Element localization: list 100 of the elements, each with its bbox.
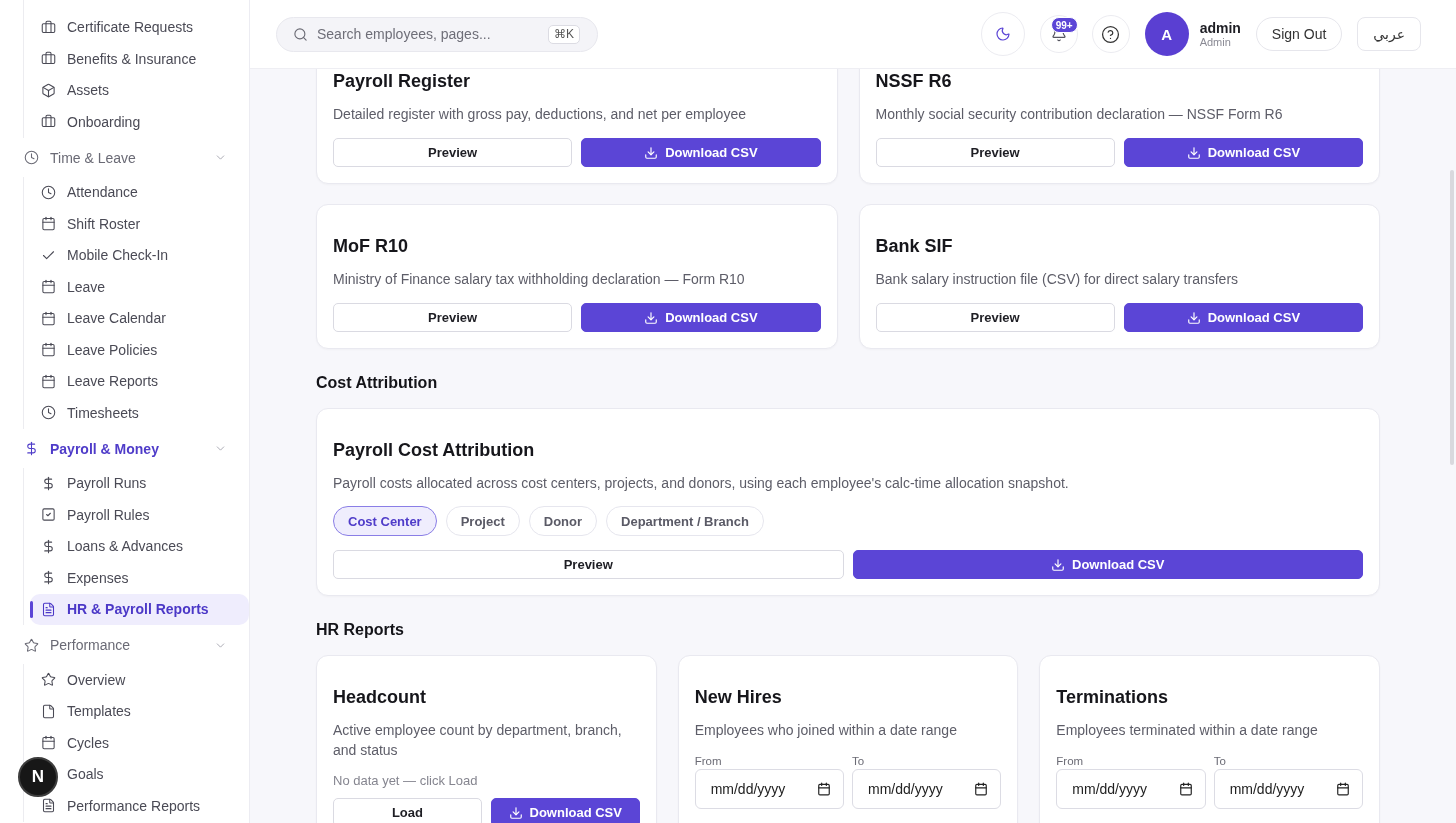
action-button[interactable]: Preview [333,138,573,167]
download-button[interactable]: Download CSV [852,550,1363,579]
status-note: No data yet — click Load [333,772,478,790]
clock-icon [24,150,39,165]
nav-item[interactable]: Timesheets [41,404,139,421]
date-field[interactable]: mm/dd/yyyy [1056,769,1206,809]
nav-item[interactable]: Benefits & Insurance [41,50,197,67]
nav-item[interactable]: Certificate Requests [41,19,194,36]
action-button[interactable]: Preview [875,138,1115,167]
user-avatar[interactable]: A [1144,12,1189,56]
search-field[interactable]: Search employees, pages... ⌘K [276,16,598,52]
action-button[interactable]: Load [333,798,482,823]
download-icon [1051,557,1065,572]
dollar-icon [41,475,56,491]
help-button[interactable] [1091,15,1130,53]
nav-item[interactable]: Leave Policies [41,341,158,358]
nav-item[interactable]: Leave Calendar [41,310,166,327]
document-icon [41,601,56,617]
file-icon [41,703,56,719]
sign-out-button[interactable]: Sign Out [1255,17,1343,51]
nav-item[interactable]: HR & Payroll Reports [30,593,249,625]
nav-item[interactable]: Payroll Rules [41,506,150,523]
nav-item[interactable]: Attendance [41,184,138,201]
date-field[interactable]: mm/dd/yyyy [852,769,1002,809]
download-icon [1186,145,1201,160]
calendar-icon [1336,782,1350,796]
nav-item[interactable]: Loans & Advances [41,538,183,555]
nav-section-header[interactable]: Time & Leave [16,141,236,174]
date-field[interactable]: mm/dd/yyyy [1213,769,1363,809]
nav-item[interactable]: Goals [67,766,104,783]
filter-chip[interactable]: Department / Branch [606,506,764,536]
nav-item[interactable]: Assets [41,82,109,99]
document-icon [41,798,56,814]
card-description: Active employee count by department, branch, and status [333,721,623,760]
card-title: Terminations [1056,686,1168,709]
calendar-icon [41,735,56,751]
card-title: NSSF R6 [875,70,952,93]
section-heading: HR Reports [316,620,404,640]
download-icon [508,805,523,820]
field-label: To [852,754,865,769]
filter-chip[interactable]: Cost Center [333,506,437,536]
nav-item[interactable]: Mobile Check-In [41,247,169,264]
nav-item[interactable]: Shift Roster [41,215,141,232]
card-description: Ministry of Finance salary tax withholding declaration — Form R10 [333,270,745,289]
download-icon [644,145,659,160]
filter-chip[interactable]: Donor [528,506,598,536]
nav-item[interactable]: Overview [41,671,126,688]
download-button[interactable]: Download CSV [490,798,640,823]
notifications-button[interactable]: 99+ [1039,15,1078,53]
calendar-icon [817,782,831,796]
notification-badge: 99+ [1050,17,1078,33]
nav-item[interactable]: Templates [41,703,131,720]
box-icon [41,82,56,98]
download-icon [644,310,659,325]
calendar-icon [41,342,56,358]
briefcase-icon [41,51,56,67]
field-label: To [1213,754,1226,769]
card-title: Payroll Register [333,70,471,93]
nav-item[interactable]: Leave [41,278,106,295]
action-button[interactable]: Preview [875,303,1115,332]
nav-item[interactable]: Cycles [41,734,109,751]
action-button[interactable]: Preview [333,303,573,332]
star-icon [24,637,39,653]
clock-icon [41,184,56,200]
calendar-icon [41,310,56,326]
language-button[interactable]: عربي [1357,17,1421,51]
nav-section-header[interactable]: Performance [16,629,236,661]
nav-item[interactable]: Onboarding [41,113,141,130]
action-button[interactable]: Preview [333,550,844,579]
card-title: Payroll Cost Attribution [333,439,535,462]
section-heading: Cost Attribution [316,373,438,393]
nav-section-header[interactable]: Payroll & Money [16,432,236,465]
theme-toggle-button[interactable] [980,12,1025,56]
search-icon [293,26,308,42]
clock-icon [41,405,56,421]
moon-icon [994,26,1011,42]
nav-item[interactable]: Leave Reports [41,373,159,390]
download-button[interactable]: Download CSV [581,138,821,167]
calendar-icon [41,279,56,295]
shortcut-key: ⌘K [548,24,580,44]
nav-item[interactable]: Expenses [41,569,129,586]
field-label: From [1056,754,1084,769]
star-icon [41,672,56,688]
download-icon [1186,310,1201,325]
download-button[interactable]: Download CSV [581,303,821,332]
user-role: Admin [1199,35,1231,49]
card-description: Employees who joined within a date range [694,721,957,740]
nav-item[interactable]: Performance Reports [41,797,201,814]
calendar-icon [41,373,56,389]
help-icon [1101,24,1121,44]
card-title: Headcount [333,686,426,709]
dollar-icon [24,441,39,456]
date-field[interactable]: mm/dd/yyyy [694,769,844,809]
field-label: From [694,754,722,769]
nav-item[interactable]: Payroll Runs [41,475,147,492]
calendar-icon [1178,782,1193,796]
download-button[interactable]: Download CSV [1123,303,1363,332]
download-button[interactable]: Download CSV [1123,138,1363,167]
filter-chip[interactable]: Project [445,506,520,536]
user-name: admin [1199,19,1241,36]
